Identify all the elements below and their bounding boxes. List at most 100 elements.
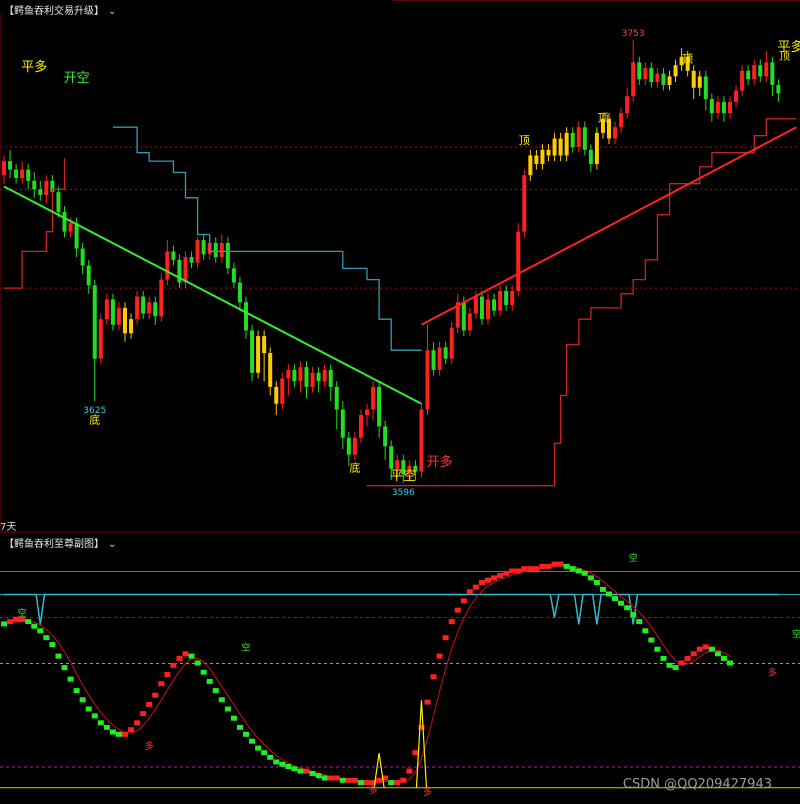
oscillator-bar — [442, 635, 449, 641]
oscillator-bar — [521, 566, 528, 572]
candle-body — [516, 231, 521, 291]
candle-body — [316, 372, 321, 382]
sub-panel-title[interactable]: 【鳄鱼吞利至尊副图】 ⌄ — [4, 535, 116, 550]
oscillator-bar — [122, 731, 128, 737]
chevron-down-icon[interactable]: ⌄ — [108, 6, 116, 17]
oscillator-bar — [388, 780, 395, 786]
candle-body — [159, 279, 164, 317]
candle-body — [486, 299, 490, 320]
candle-body — [746, 70, 751, 80]
signal-label: 底 — [89, 413, 100, 427]
oscillator-bar — [255, 745, 262, 751]
oscillator-bar — [7, 619, 14, 625]
watermark: CSDN @QQ209427943 — [622, 777, 772, 792]
oscillator-bar — [25, 619, 32, 625]
candle-body — [637, 62, 642, 80]
signal-label: 开空 — [64, 71, 90, 86]
oscillator-bar — [37, 628, 44, 634]
uptrend-line — [420, 126, 797, 326]
candle-body — [443, 347, 448, 359]
candle-body — [752, 65, 757, 80]
candle-body — [304, 367, 309, 387]
oscillator-bar — [91, 713, 98, 719]
oscillator-bar — [339, 777, 346, 783]
chevron-down-icon[interactable]: ⌄ — [108, 539, 116, 550]
candle-body — [8, 161, 13, 170]
candle-body — [358, 415, 363, 438]
candle-body — [322, 369, 327, 382]
oscillator-bar — [200, 669, 207, 675]
candle-body — [62, 211, 67, 232]
oscillator-bar — [85, 706, 92, 712]
oscillator-signal-label: 多 — [145, 740, 154, 752]
oscillator-bar — [134, 720, 141, 726]
candle-body — [183, 257, 188, 283]
candle-body — [116, 307, 121, 325]
oscillator-bar — [630, 612, 637, 618]
candle-body — [201, 240, 206, 255]
candle-body — [667, 76, 672, 85]
oscillator-bar — [466, 589, 473, 595]
candle-body — [129, 319, 134, 334]
oscillator-bar — [176, 655, 183, 661]
candle-body — [280, 378, 285, 404]
oscillator-bar — [406, 768, 413, 774]
oscillator-bar — [158, 681, 165, 687]
oscillator-bar — [1, 621, 7, 627]
oscillator-bar — [364, 780, 370, 786]
oscillator-bar — [261, 750, 268, 756]
candle-body — [110, 299, 115, 325]
oscillator-bar — [503, 570, 510, 576]
candle-body — [68, 223, 73, 232]
oscillator-bar — [587, 575, 594, 581]
candle-body — [256, 336, 261, 373]
signal-label: 顶 — [682, 52, 693, 65]
candle-body — [389, 446, 394, 469]
oscillator-bar — [97, 720, 104, 726]
oscillator-bar — [478, 580, 485, 585]
oscillator-bar — [606, 591, 612, 597]
candle-body — [728, 101, 732, 114]
oscillator-bar — [243, 731, 249, 737]
candle-body — [383, 426, 388, 447]
candle-body — [2, 161, 6, 176]
candle-body — [479, 296, 484, 320]
main-panel-title[interactable]: 【鳄鱼吞利交易升级】 ⌄ — [4, 2, 116, 17]
oscillator-signal-label: 空 — [241, 642, 250, 654]
oscillator-bar — [249, 738, 256, 744]
candle-body — [709, 99, 714, 114]
candle-body — [534, 155, 539, 164]
oscillator-bar — [424, 699, 431, 705]
oscillator-bar — [303, 768, 310, 774]
candle-body — [268, 353, 273, 387]
candle-body — [231, 268, 236, 283]
candle-body — [721, 101, 726, 114]
oscillator-cyan-line — [4, 593, 779, 625]
main-panel-title-text: 【鳄鱼吞利交易升级】 — [4, 6, 104, 17]
candle-body — [237, 282, 242, 303]
oscillator-bar — [309, 770, 316, 776]
oscillator-bar — [394, 780, 401, 786]
oscillator-bar — [315, 773, 322, 779]
oscillator-bar — [678, 660, 685, 666]
oscillator-signal-label: 空 — [792, 628, 800, 640]
oscillator-bar — [545, 563, 552, 569]
oscillator-bar — [79, 697, 86, 703]
oscillator-bar — [206, 678, 213, 684]
oscillator-bar — [648, 637, 655, 643]
candle-body — [310, 372, 315, 387]
candle-body — [104, 299, 109, 320]
candle-body — [165, 251, 170, 280]
oscillator-bar — [624, 605, 631, 611]
oscillator-bar — [660, 655, 667, 661]
oscillator-peak-marker — [415, 700, 428, 788]
oscillator-bar — [575, 568, 582, 574]
oscillator-bar — [236, 724, 243, 730]
oscillator-bar — [400, 777, 407, 783]
oscillator-bar — [708, 646, 715, 652]
oscillator-bar — [230, 715, 237, 721]
signal-label: 开多 — [427, 454, 453, 470]
oscillator-bar — [321, 775, 328, 781]
signal-label: 平多 — [21, 59, 47, 75]
oscillator-bar — [31, 623, 38, 629]
